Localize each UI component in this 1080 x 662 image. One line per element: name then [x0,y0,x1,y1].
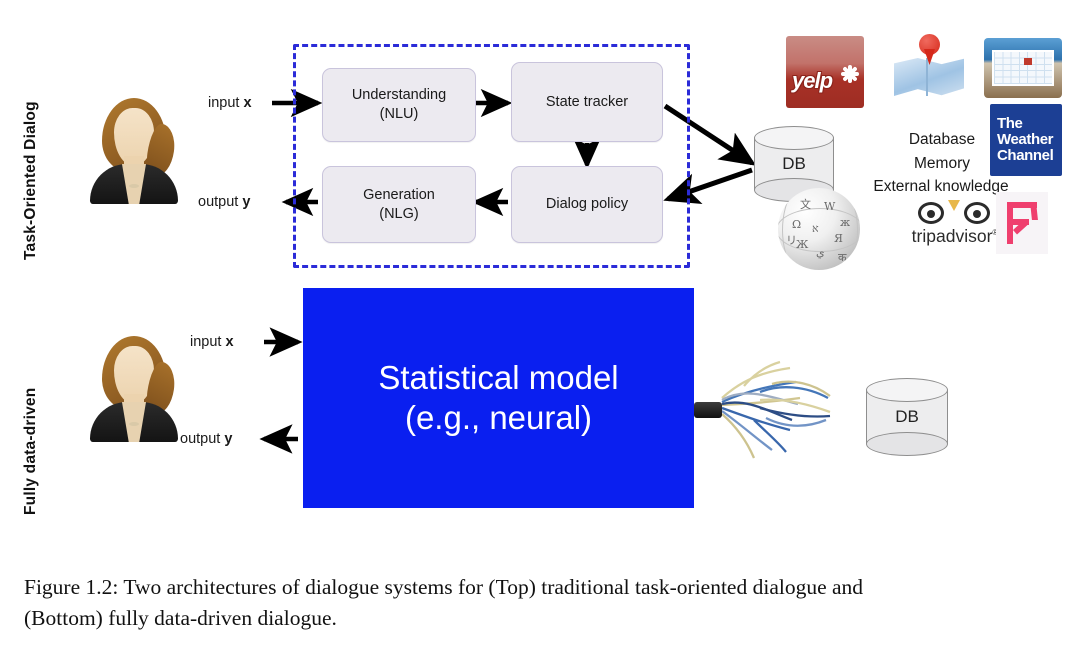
input-prefix: input [208,95,244,111]
avatar-necklace [129,184,139,188]
input-symbol: x [225,334,234,350]
caption-line1: Figure 1.2: Two architectures of dialogu… [24,575,864,599]
output-prefix: output [198,194,243,210]
cable-plug-icon [694,402,722,418]
wikipedia-logo[interactable]: 文 W ж Ω א Я Ж ي क リ [778,188,860,270]
foursquare-flag-icon [1007,202,1038,244]
box-line1: Generation [363,186,435,203]
tripadvisor-wordmark: tripadvisor® [900,226,1010,247]
calendar-logo[interactable] [984,34,1062,106]
database-cylinder-bottom: DB [866,378,948,456]
weather-line3: Channel [997,147,1054,165]
box-line1: State tracker [545,93,629,110]
foursquare-logo[interactable] [996,192,1048,254]
pipeline-box-state-tracker[interactable]: State tracker [511,62,663,142]
input-symbol: x [243,95,252,111]
statistical-model-line2: (e.g., neural) [404,399,593,436]
tripadvisor-owl-icon [918,200,990,226]
map-logo[interactable] [892,30,966,102]
caption-line2: (Bottom) fully data-driven dialogue. [24,605,337,630]
box-line1: Dialog policy [545,196,629,213]
row-label-data-driven: Fully data-driven [22,387,39,515]
weather-line1: The [997,114,1023,132]
pipeline-box-text: Understanding (NLU) [352,86,446,123]
avatar-necklace [129,422,139,426]
ethernet-cable [694,378,864,454]
calendar-grid-icon [994,52,1052,84]
pipeline-box-generation[interactable]: Generation (NLG) [322,166,476,243]
statistical-model-line1: Statistical model [378,358,619,396]
owl-eye-right [964,202,990,224]
figure-canvas: Task-Oriented Dialog Fully data-driven i… [0,0,1080,560]
pipeline-box-understanding[interactable]: Understanding (NLU) [322,68,476,142]
weather-channel-logo[interactable]: The Weather Channel [990,104,1062,176]
owl-beak [948,200,960,211]
row-label-task-oriented: Task-Oriented Dialog [22,101,39,260]
box-line2: (NLG) [379,205,419,222]
output-prefix: output [180,431,225,447]
pipeline-box-dialog-policy[interactable]: Dialog policy [511,166,663,243]
output-symbol: y [242,194,251,210]
yelp-burst-icon [840,64,860,84]
map-pin-icon [919,34,940,55]
user-avatar-top [88,96,180,204]
box-line1: Understanding [351,87,447,104]
user-avatar-bottom [88,334,180,442]
weather-line2: Weather [997,130,1054,148]
output-label-bottom: output y [180,431,232,447]
output-symbol: y [224,431,233,447]
output-label-top: output y [198,194,250,210]
map-sheet-icon [894,58,964,96]
statistical-model-box[interactable]: Statistical model (e.g., neural) [303,288,694,508]
map-fold [926,58,928,96]
yelp-logo[interactable]: yelp [786,36,864,108]
database-label: DB [895,407,919,426]
owl-eye-left [918,202,944,224]
pipeline-box-text: Generation (NLG) [363,186,435,223]
input-prefix: input [190,334,226,350]
input-label-bottom: input x [190,334,234,350]
box-line2: (NLU) [379,106,419,122]
input-label-top: input x [208,95,252,111]
calendar-today-marker [1024,58,1032,65]
figure-caption: Figure 1.2: Two architectures of dialogu… [24,572,1060,633]
tripadvisor-logo[interactable]: tripadvisor® [900,200,1010,258]
tripadvisor-text: tripadvisor [911,226,993,246]
yelp-wordmark: yelp [792,68,833,93]
